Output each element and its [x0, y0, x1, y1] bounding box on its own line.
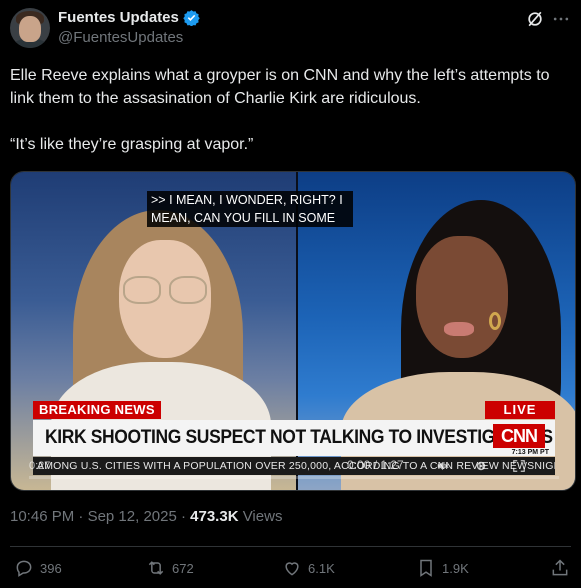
volume-icon[interactable]	[435, 459, 451, 473]
share-button[interactable]	[550, 558, 570, 578]
handle[interactable]: @FuentesUpdates	[58, 29, 200, 46]
host-face	[416, 236, 508, 358]
live-badge: LIVE	[485, 401, 555, 419]
chyron-headline: KIRK SHOOTING SUSPECT NOT TALKING TO INV…	[45, 427, 553, 448]
reply-button[interactable]: 396	[14, 558, 62, 578]
like-icon	[285, 562, 299, 576]
elapsed-left: 0:27	[29, 460, 51, 472]
host-mouth	[444, 322, 474, 336]
caption-line: MEAN, CAN YOU FILL IN SOME	[151, 211, 336, 225]
broadcast-time: 7:13 PM PT	[511, 449, 549, 456]
tweet-time[interactable]: 10:46 PM	[10, 508, 74, 525]
tweet-text: Elle Reeve explains what a groyper is on…	[10, 64, 575, 179]
views-count: 473.3K	[190, 508, 239, 525]
tweet-header: Fuentes Updates @FuentesUpdates	[10, 8, 571, 52]
chyron: KIRK SHOOTING SUSPECT NOT TALKING TO INV…	[33, 420, 555, 456]
like-count: 6.1K	[308, 560, 335, 576]
closed-caption: >> I MEAN, I WONDER, RIGHT? I MEAN, CAN …	[147, 191, 353, 227]
verified-badge-icon	[183, 10, 200, 26]
views-label: Views	[242, 508, 283, 525]
more-icon[interactable]	[551, 9, 571, 29]
author-names: Fuentes Updates @FuentesUpdates	[58, 9, 200, 46]
breaking-news-label: BREAKING NEWS	[33, 401, 161, 419]
guest-glasses-right	[169, 276, 207, 304]
display-name[interactable]: Fuentes Updates	[58, 9, 179, 26]
meta-separator: ·	[78, 508, 84, 525]
repost-icon	[148, 561, 164, 575]
guest-glasses-left	[123, 276, 161, 304]
avatar-face	[19, 16, 41, 42]
repost-count: 672	[172, 560, 194, 576]
divider	[10, 546, 571, 547]
reply-icon	[16, 560, 32, 577]
bookmark-icon	[420, 559, 432, 577]
bookmark-count: 1.9K	[442, 560, 469, 576]
meta-separator: ·	[180, 508, 186, 525]
video-progress-bar[interactable]	[29, 476, 559, 479]
grok-icon[interactable]	[525, 9, 545, 29]
tweet-paragraph: Elle Reeve explains what a groyper is on…	[10, 67, 550, 107]
network-logo: CNN	[493, 424, 545, 448]
reply-count: 396	[40, 560, 62, 576]
fullscreen-icon[interactable]	[511, 459, 527, 473]
avatar[interactable]	[10, 8, 50, 48]
display-name-row: Fuentes Updates	[58, 9, 200, 26]
bookmark-button[interactable]: 1.9K	[416, 558, 469, 578]
action-bar: 396 672 6.1K 1.9K	[10, 558, 571, 582]
video-time: 0:00 / 1:27	[347, 458, 404, 472]
repost-button[interactable]: 672	[146, 558, 194, 578]
settings-icon[interactable]	[473, 459, 489, 473]
tweet-paragraph: “It’s like they’re grasping at vapor.”	[10, 136, 254, 153]
caption-line: >> I MEAN, I WONDER, RIGHT? I	[151, 193, 343, 207]
like-button[interactable]: 6.1K	[282, 558, 335, 578]
host-earring	[489, 312, 501, 330]
video-player[interactable]: >> I MEAN, I WONDER, RIGHT? I MEAN, CAN …	[10, 171, 576, 491]
tweet-date[interactable]: Sep 12, 2025	[88, 508, 177, 525]
share-icon	[552, 559, 568, 576]
tweet-meta: 10:46 PM · Sep 12, 2025 · 473.3K Views	[10, 508, 282, 525]
